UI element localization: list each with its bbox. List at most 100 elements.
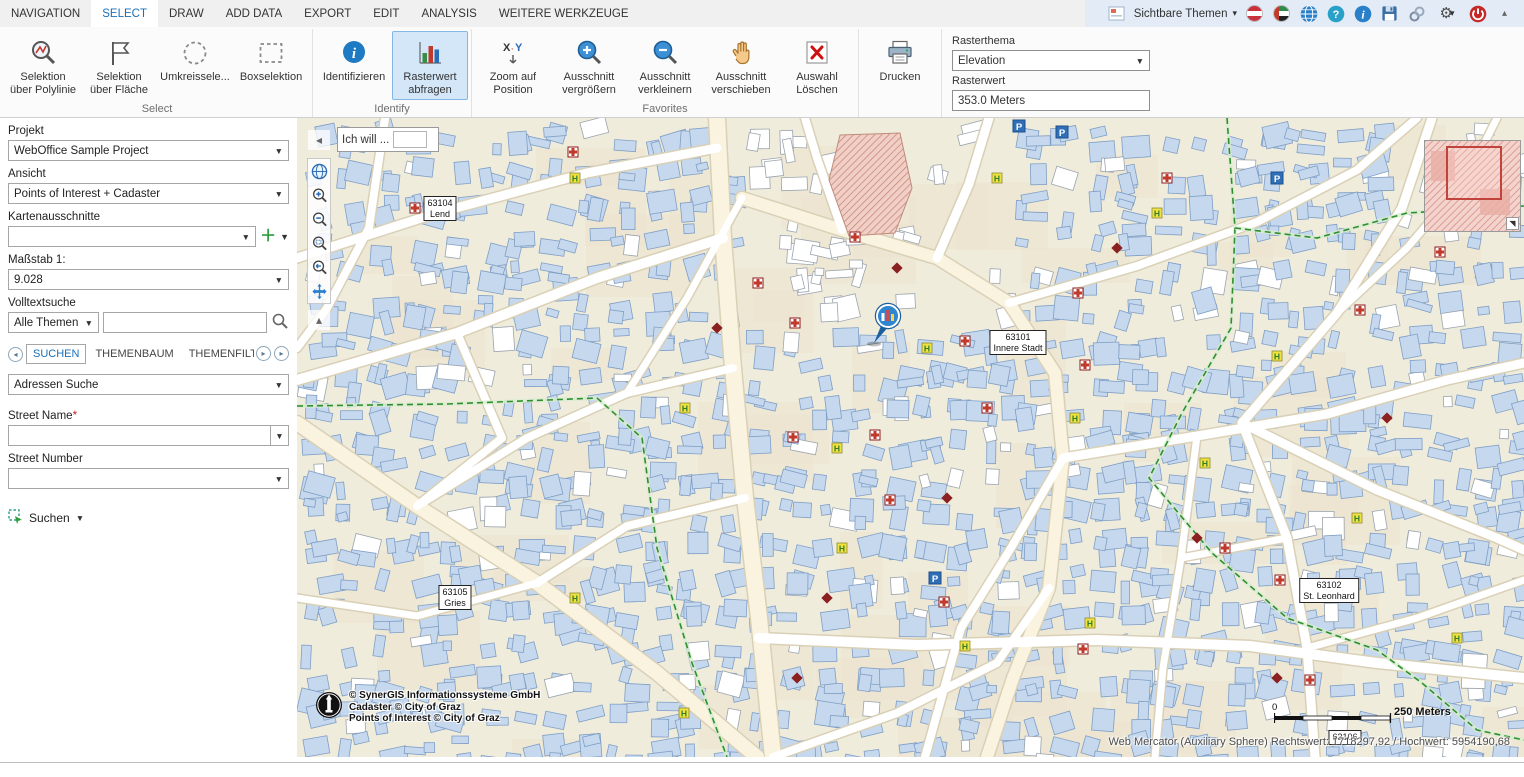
search-tool-icon [8, 509, 23, 527]
add-extent-icon[interactable]: ＋ [260, 229, 276, 245]
chevron-down-icon: ▼ [76, 513, 84, 523]
search-magnifier-icon[interactable] [271, 312, 289, 333]
rasterwert-field[interactable]: 353.0 Meters [952, 90, 1150, 111]
tab-export[interactable]: EXPORT [293, 0, 362, 27]
tabs-overflow-icon[interactable]: ▸ [274, 346, 289, 361]
map-canvas[interactable]: HHHHHHHHHHHHHHHHPPPP [297, 118, 1524, 757]
street-name-input[interactable] [8, 425, 270, 446]
tab-analysis[interactable]: ANALYSIS [410, 0, 487, 27]
sidebar-tabs: ◂ SUCHEN THEMENBAUM THEMENFILTER ▸ ▸ [8, 343, 289, 365]
collapse-sidebar-button[interactable]: ◂ [308, 130, 330, 150]
coordinate-statusbar: Web Mercator (Auxiliary Sphere) Rechtswe… [1108, 736, 1510, 748]
info-circle-icon: i [339, 35, 369, 71]
street-number-select[interactable]: ▼ [8, 468, 289, 489]
zoom-in-icon[interactable] [308, 183, 330, 207]
overview-map[interactable]: ◥ [1424, 140, 1521, 232]
required-mark: * [73, 410, 77, 422]
view-select[interactable]: Points of Interest + Cadaster▼ [8, 183, 289, 204]
zoom-out-extent-tool[interactable]: Ausschnitt verkleinern [627, 31, 703, 100]
extent-menu-icon[interactable]: ▼ [280, 232, 289, 242]
info-icon[interactable]: i [1353, 4, 1372, 23]
tab-edit[interactable]: EDIT [362, 0, 410, 27]
fulltext-search-input[interactable] [103, 312, 267, 333]
raster-query-tool[interactable]: Rasterwert abfragen [392, 31, 468, 100]
search-button[interactable]: Suchen ▼ [8, 509, 84, 527]
polyline-magnifier-icon [28, 35, 58, 71]
pan-icon[interactable] [308, 279, 330, 303]
district-label: 63105Gries [438, 585, 471, 610]
globe-icon[interactable] [1299, 4, 1318, 23]
address-search-select[interactable]: Adressen Suche▼ [8, 374, 289, 395]
settings-gear-icon[interactable]: ⚙▾ [1434, 4, 1460, 23]
scale-distance-label: 250 Meters [1394, 706, 1451, 718]
zoom-to-position-tool[interactable]: X,Y Zoom auf Position [475, 31, 551, 100]
project-label: Projekt [8, 125, 289, 137]
link-icon[interactable] [1407, 4, 1426, 23]
rasterthema-select[interactable]: Elevation▼ [952, 50, 1150, 71]
tabs-scroll-right-icon[interactable]: ▸ [256, 346, 271, 361]
zoom-in-extent-tool[interactable]: Ausschnitt vergrößern [551, 31, 627, 100]
zoom-out-icon [650, 35, 680, 71]
tab-suchen[interactable]: SUCHEN [26, 344, 86, 364]
raster-panel: Rasterthema Elevation▼ Rasterwert 353.0 … [942, 29, 1154, 117]
save-icon[interactable] [1380, 4, 1399, 23]
flag-austria-icon[interactable] [1245, 4, 1264, 23]
chevron-down-icon: ▼ [242, 232, 250, 242]
i-will-widget[interactable]: Ich will ... [337, 127, 439, 152]
full-extent-globe-icon[interactable] [308, 159, 330, 183]
tab-themenbaum[interactable]: THEMENBAUM [89, 345, 179, 363]
zoom-in-icon [574, 35, 604, 71]
collapse-map-toolbar-button[interactable]: ▴ [308, 310, 330, 330]
hand-icon [726, 35, 756, 71]
overview-toggle-icon[interactable]: ◥ [1506, 217, 1519, 230]
flag-uae-icon[interactable] [1272, 4, 1291, 23]
select-box-tool[interactable]: Boxselektion [233, 31, 309, 87]
street-name-label: Street Name* [8, 410, 289, 422]
printer-icon [885, 35, 915, 71]
visible-themes-icon[interactable] [1107, 4, 1126, 23]
street-name-dropdown-icon[interactable]: ▼ [270, 425, 289, 446]
project-select[interactable]: WebOffice Sample Project▼ [8, 140, 289, 161]
fulltext-label: Volltextsuche [8, 297, 289, 309]
collapse-ribbon-icon[interactable]: ▴ [1495, 4, 1514, 23]
dashed-circle-icon [180, 35, 210, 71]
view-label: Ansicht [8, 168, 289, 180]
zoom-out-icon[interactable] [308, 207, 330, 231]
chevron-down-icon: ▼ [85, 318, 93, 328]
tab-navigation[interactable]: NAVIGATION [0, 0, 91, 27]
logout-power-icon[interactable] [1468, 4, 1487, 23]
help-icon[interactable]: ? [1326, 4, 1345, 23]
north-logo-icon [315, 691, 343, 724]
i-will-input[interactable] [393, 131, 427, 148]
visible-themes-label[interactable]: Sichtbare Themen [1134, 8, 1228, 20]
tab-weitere-werkzeuge[interactable]: WEITERE WERKZEUGE [488, 0, 640, 27]
select-circle-tool[interactable]: Umkreissele... [157, 31, 233, 87]
map-extents-select[interactable]: ▼ [8, 226, 256, 247]
menu-bar: NAVIGATION SELECT DRAW ADD DATA EXPORT E… [0, 0, 1524, 27]
print-tool[interactable]: Drucken [862, 31, 938, 87]
map-attribution: © SynerGIS Informationssysteme GmbH Cada… [315, 690, 540, 725]
fulltext-scope-select[interactable]: Alle Themen▼ [8, 312, 99, 333]
tab-draw[interactable]: DRAW [158, 0, 215, 27]
rasterthema-label: Rasterthema [952, 35, 1150, 47]
xy-coordinates-icon: X,Y [498, 35, 528, 71]
select-area-tool[interactable]: Selektion über Fläche [81, 31, 157, 100]
chevron-down-icon[interactable]: ▾ [1232, 8, 1237, 19]
identify-tool[interactable]: i Identifizieren [316, 31, 392, 87]
chevron-down-icon: ▼ [275, 275, 283, 285]
previous-extent-icon[interactable] [308, 255, 330, 279]
chevron-down-icon: ▼ [275, 146, 283, 156]
clear-selection-tool[interactable]: Auswahl Löschen [779, 31, 855, 100]
page-footer-divider [0, 762, 1524, 763]
tab-select[interactable]: SELECT [91, 0, 158, 27]
select-polyline-tool[interactable]: Selektion über Polylinie [5, 31, 81, 100]
zoom-window-icon[interactable] [308, 231, 330, 255]
tabs-menu-icon[interactable]: ◂ [8, 347, 23, 362]
scale-select[interactable]: 9.028▼ [8, 269, 289, 290]
ribbon-group-identify: i Identifizieren Rasterwert abfragen Ide… [313, 29, 472, 117]
pan-extent-tool[interactable]: Ausschnitt verschieben [703, 31, 779, 100]
map-viewport[interactable]: HHHHHHHHHHHHHHHHPPPP 63104Lend63101Inner… [297, 118, 1524, 757]
chevron-down-icon: ▼ [275, 474, 283, 484]
chevron-down-icon: ▼ [275, 189, 283, 199]
tab-add-data[interactable]: ADD DATA [215, 0, 293, 27]
